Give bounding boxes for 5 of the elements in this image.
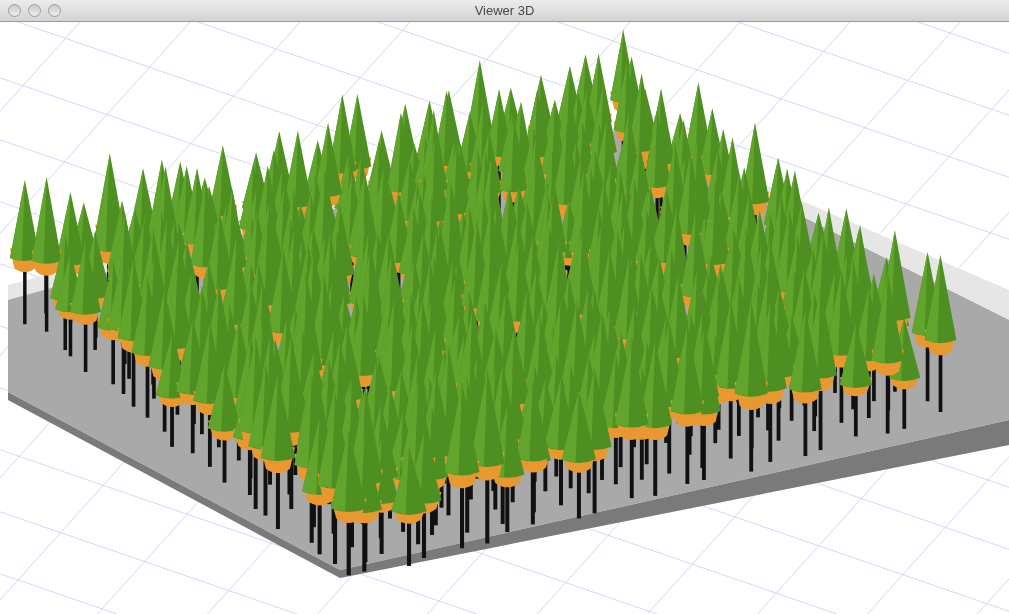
close-button[interactable] [8,4,21,17]
window-title: Viewer 3D [474,1,535,20]
zoom-button[interactable] [48,4,61,17]
forest-3d-drawing[interactable] [0,22,1009,614]
minimize-button[interactable] [28,4,41,17]
